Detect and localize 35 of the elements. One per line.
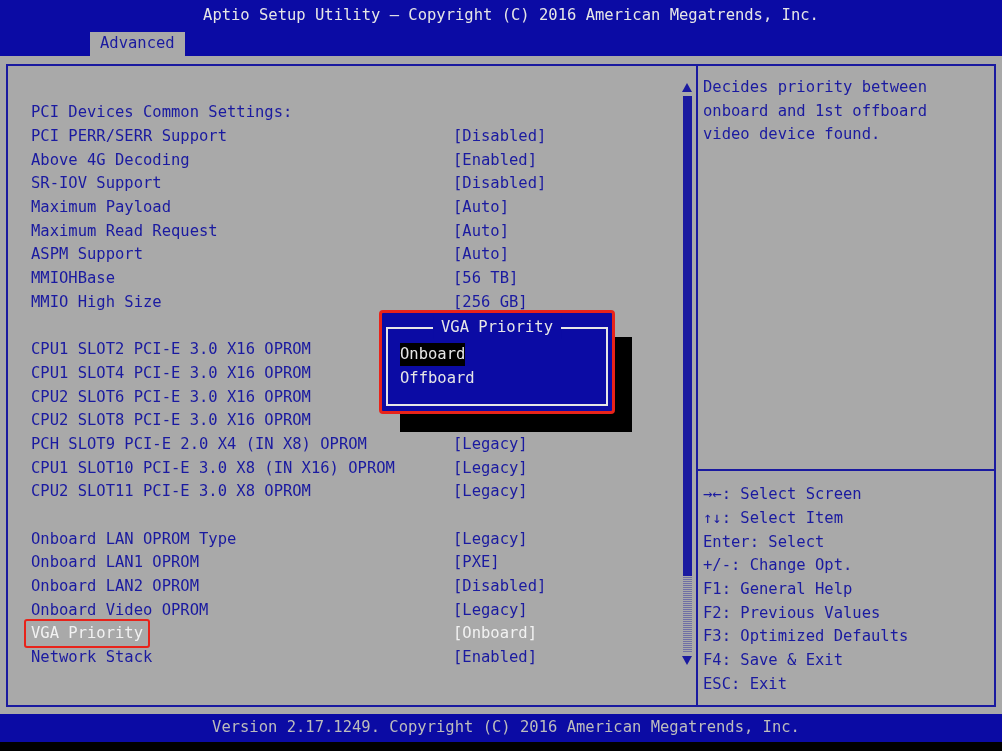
setting-value[interactable]: [256 GB] bbox=[453, 290, 528, 314]
version-text: Version 2.17.1249. Copyright (C) 2016 American Megatrends, Inc. bbox=[211, 717, 800, 739]
setting-value[interactable]: [Disabled] bbox=[453, 124, 547, 149]
key-hint: →←: Select Screen bbox=[703, 484, 862, 506]
key-hint: ESC: Exit bbox=[703, 673, 787, 695]
setting-value[interactable]: [Auto] bbox=[453, 195, 509, 220]
setting-value[interactable]: [56 TB] bbox=[453, 267, 519, 291]
scroll-up-icon[interactable] bbox=[682, 83, 692, 92]
setting-value[interactable]: [Legacy] bbox=[453, 480, 528, 504]
setting-value[interactable]: [Legacy] bbox=[453, 456, 528, 480]
key-hint: Enter: Select bbox=[703, 531, 825, 553]
scroll-down-icon[interactable] bbox=[682, 656, 692, 665]
help-text: Decides priority between onboard and 1st offboard video device found. bbox=[703, 77, 928, 146]
setting-value[interactable]: [Auto] bbox=[453, 219, 509, 243]
section-heading: PCI Devices Common Settings: bbox=[31, 102, 293, 124]
setting-value[interactable]: [Legacy] bbox=[453, 598, 528, 622]
tab[interactable]: Advanced bbox=[90, 32, 185, 56]
setting-value[interactable]: [Legacy] bbox=[453, 527, 528, 551]
setting-value[interactable]: [Auto] bbox=[453, 243, 509, 267]
popup-option[interactable]: Offboard bbox=[400, 366, 475, 391]
key-hint: F4: Save & Exit bbox=[703, 650, 843, 672]
setting-value[interactable]: [Disabled] bbox=[453, 172, 547, 196]
setting-value[interactable]: [Enabled] bbox=[453, 646, 537, 670]
key-hint: F2: Previous Values bbox=[703, 602, 881, 624]
window-title: Aptio Setup Utility – Copyright (C) 2016 American Megatrends, Inc. bbox=[202, 5, 819, 27]
setting-value[interactable]: [Enabled] bbox=[453, 148, 537, 172]
key-hint: F1: General Help bbox=[703, 578, 853, 600]
key-hint: F3: Optimized Defaults bbox=[703, 626, 909, 648]
key-hint: ↑↓: Select Item bbox=[703, 507, 843, 529]
setting-value[interactable]: [Legacy] bbox=[453, 432, 528, 457]
setting-value[interactable]: [PXE] bbox=[453, 551, 500, 575]
popup-option[interactable]: Onboard bbox=[400, 343, 466, 367]
key-hint: +/-: Change Opt. bbox=[703, 555, 853, 577]
setting-value[interactable]: [Disabled] bbox=[453, 574, 547, 599]
scroll-thumb[interactable] bbox=[682, 96, 692, 576]
